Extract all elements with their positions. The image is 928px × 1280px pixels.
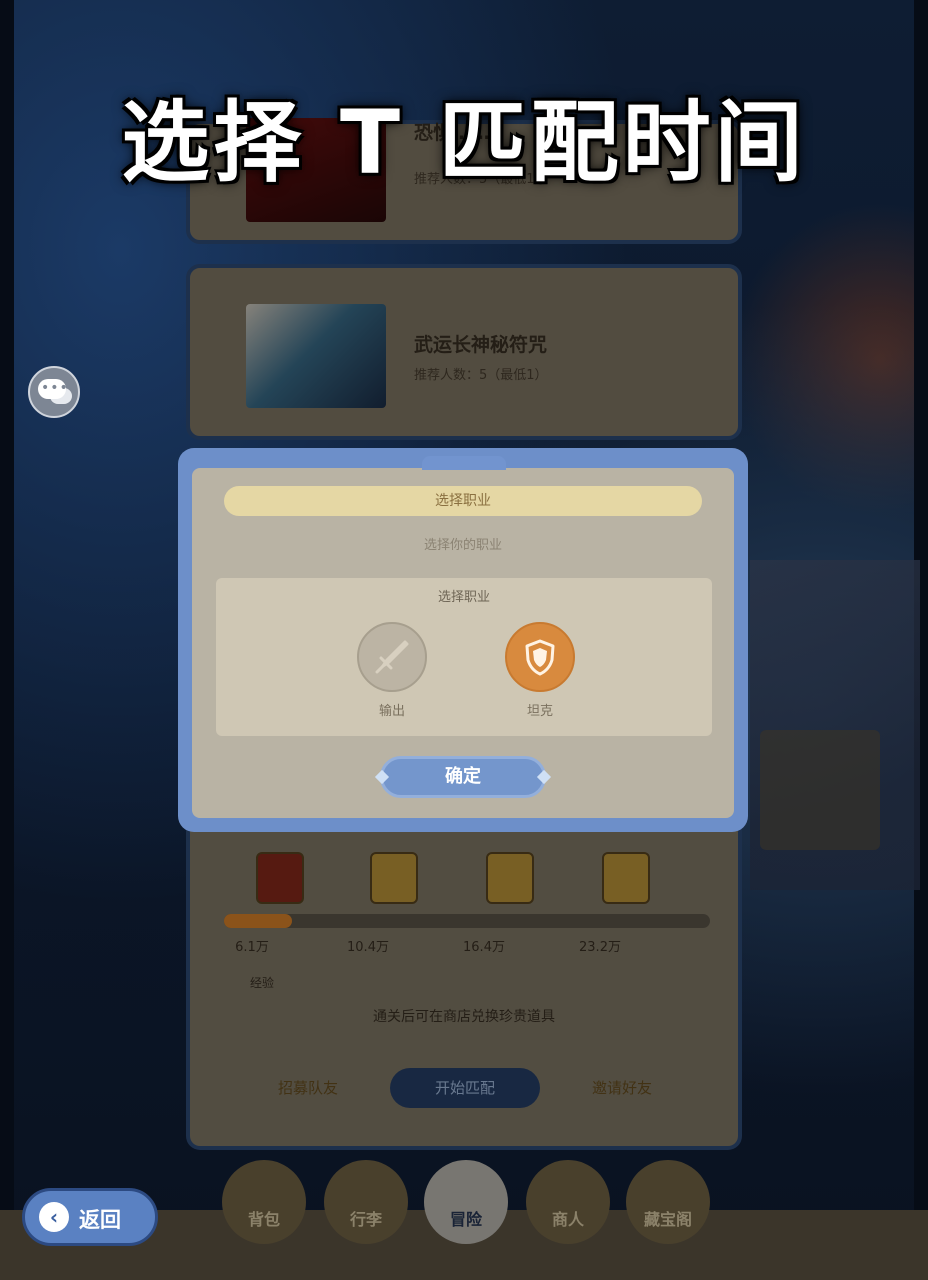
nav-item-treasure[interactable]: 藏宝阁 <box>626 1160 710 1244</box>
reward-chest-icon[interactable] <box>370 852 418 904</box>
reward-chest-icon[interactable] <box>602 852 650 904</box>
back-button-label: 返回 <box>79 1208 121 1232</box>
invite-friends-button[interactable]: 邀请好友 <box>562 1068 682 1108</box>
role-option-tank[interactable]: 坦克 <box>500 622 580 719</box>
role-select-dialog: 选择职业 选择你的职业 选择职业 输出 坦克 确定 <box>178 448 748 832</box>
confirm-button-label: 确定 <box>445 766 481 787</box>
reward-chest-icon[interactable] <box>256 852 304 904</box>
progress-tick-label: 23.2万 <box>579 940 621 955</box>
dungeon-thumbnail <box>246 304 386 408</box>
button-gem-left-icon <box>374 769 390 785</box>
back-button[interactable]: ‹ 返回 <box>22 1188 158 1246</box>
start-matching-button[interactable]: 开始匹配 <box>390 1068 540 1108</box>
shield-icon <box>505 622 575 692</box>
nav-item-merchant[interactable]: 商人 <box>526 1160 610 1244</box>
progress-bar <box>224 914 710 928</box>
dialog-title: 选择职业 <box>224 486 702 516</box>
confirm-button[interactable]: 确定 <box>374 756 552 798</box>
dungeon-card[interactable]: 武运长神秘符咒 推荐人数：5（最低1） <box>186 264 742 440</box>
role-panel: 选择职业 输出 坦克 <box>216 578 712 736</box>
chat-button[interactable]: ••• <box>28 366 80 418</box>
experience-label: 经验 <box>250 976 275 990</box>
nav-item-luggage[interactable]: 行李 <box>324 1160 408 1244</box>
progress-tick-label: 16.4万 <box>463 940 505 955</box>
role-option-dps[interactable]: 输出 <box>352 622 432 719</box>
video-caption: 选择 T 匹配时间 <box>121 91 807 194</box>
role-label-tank: 坦克 <box>526 704 553 719</box>
dialog-subtitle: 选择你的职业 <box>423 538 502 553</box>
progress-fill <box>224 914 293 928</box>
back-arrow-icon: ‹ <box>39 1202 69 1232</box>
reward-chest-icon[interactable] <box>486 852 534 904</box>
chat-dots-icon: ••• <box>41 380 69 396</box>
notice-text: 通关后可在商店兑换珍贵道具 <box>373 1009 555 1025</box>
progress-tick-label: 10.4万 <box>347 940 389 955</box>
dialog-body: 选择职业 选择你的职业 选择职业 输出 坦克 确定 <box>192 456 734 818</box>
progress-tick-label: 6.1万 <box>235 940 269 955</box>
dungeon-title: 武运长神秘符咒 <box>414 334 548 356</box>
role-panel-title: 选择职业 <box>437 590 490 605</box>
dialog-tab <box>422 456 506 470</box>
button-gem-right-icon <box>536 769 552 785</box>
nav-item-adventure[interactable]: 冒险 <box>424 1160 508 1244</box>
dungeon-subtitle: 推荐人数：5（最低1） <box>414 368 548 383</box>
recruit-button[interactable]: 招募队友 <box>248 1068 368 1108</box>
sword-icon <box>357 622 427 692</box>
nav-item-bag[interactable]: 背包 <box>222 1160 306 1244</box>
matchmaking-panel: 6.1万 10.4万 16.4万 23.2万 经验 通关后可在商店兑换珍贵道具 … <box>186 824 742 1150</box>
background-scene-object <box>760 730 880 850</box>
role-label-dps: 输出 <box>378 704 405 719</box>
